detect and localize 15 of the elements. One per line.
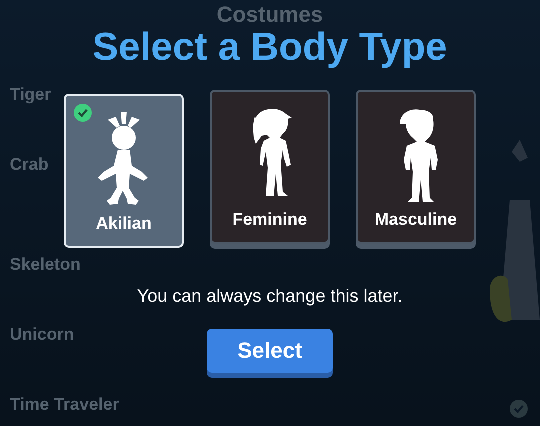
dialog-title: Select a Body Type [92, 25, 448, 71]
option-label: Masculine [374, 210, 458, 230]
body-type-option[interactable]: Akilian [64, 94, 184, 248]
page-title: Costumes [216, 2, 324, 28]
costume-item[interactable]: Tiger [10, 84, 52, 106]
option-label: Feminine [232, 210, 308, 230]
check-icon [74, 104, 92, 122]
check-icon [510, 400, 528, 418]
costume-item[interactable]: Time Traveler [10, 394, 120, 416]
select-button[interactable]: Select [207, 329, 333, 373]
costume-item[interactable]: Unicorn [10, 324, 74, 346]
costume-item[interactable]: Crab [10, 154, 49, 176]
hint-text: You can always change this later. [137, 286, 403, 307]
costume-item[interactable]: Skeleton [10, 254, 81, 276]
option-label: Akilian [96, 214, 152, 234]
